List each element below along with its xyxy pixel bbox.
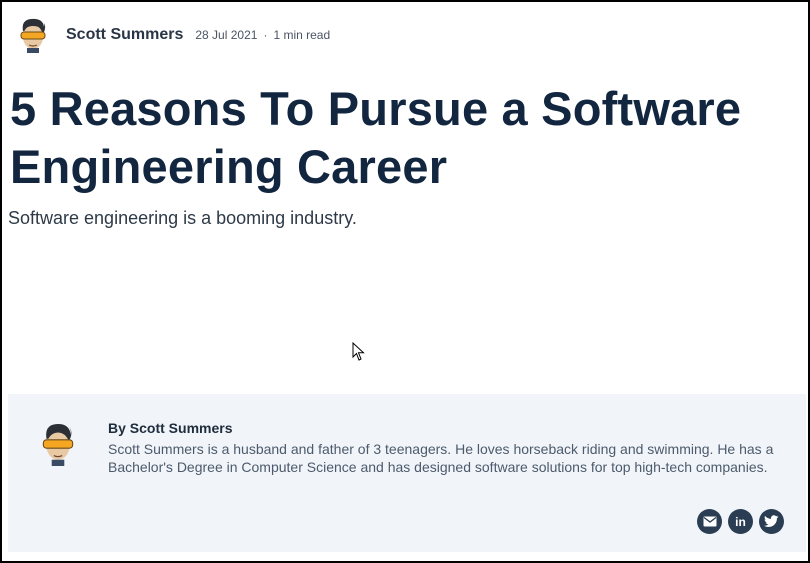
- bio-byline: By Scott Summers: [108, 420, 233, 436]
- linkedin-icon: in: [735, 514, 746, 529]
- bio-text: Scott Summers is a husband and father of…: [108, 441, 774, 475]
- author-avatar-icon[interactable]: [40, 422, 76, 466]
- author-name-link[interactable]: Scott Summers: [66, 26, 183, 44]
- email-icon: [703, 516, 716, 527]
- post-date: 28 Jul 2021: [195, 28, 258, 42]
- author-bio-card: By Scott Summers Scott Summers is a husb…: [8, 394, 806, 552]
- social-links: in: [697, 509, 784, 534]
- post-title: 5 Reasons To Pursue a Software Engineeri…: [10, 82, 742, 193]
- read-time: 1 min read: [273, 28, 331, 42]
- twitter-share-button[interactable]: [759, 509, 784, 534]
- meta-separator: ·: [263, 28, 268, 42]
- author-avatar-icon[interactable]: [16, 17, 50, 53]
- post-subtitle: Software engineering is a booming indust…: [8, 208, 357, 228]
- email-share-button[interactable]: [697, 509, 722, 534]
- twitter-icon: [764, 515, 779, 527]
- linkedin-share-button[interactable]: in: [728, 509, 753, 534]
- page-frame: Scott Summers 28 Jul 2021 · 1 min read 5…: [0, 0, 810, 563]
- mouse-cursor-icon: [352, 342, 365, 361]
- post-meta: Scott Summers 28 Jul 2021 · 1 min read: [16, 16, 330, 54]
